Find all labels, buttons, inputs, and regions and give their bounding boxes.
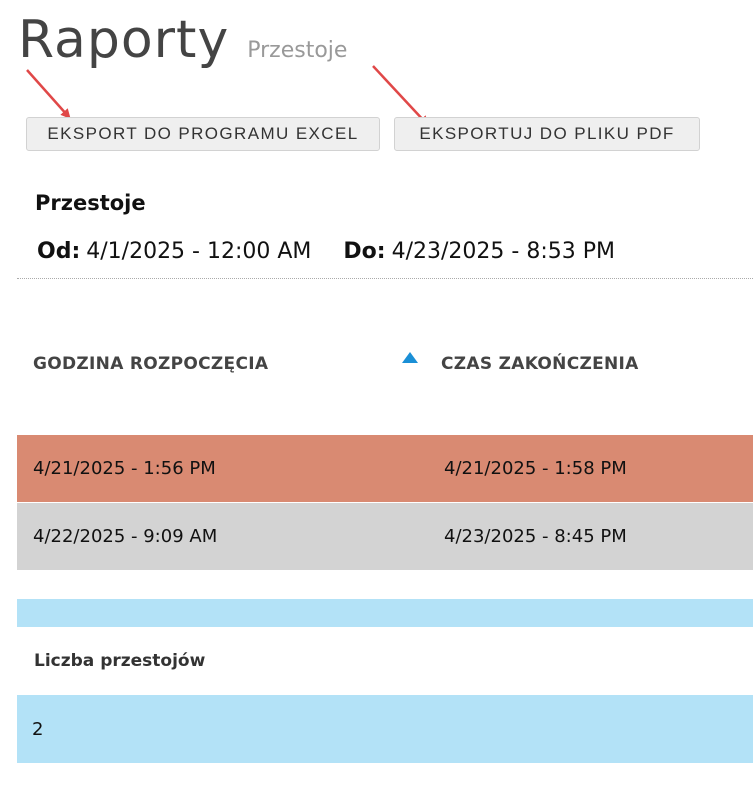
- page-title: Raporty: [18, 10, 230, 70]
- to-label: Do:: [343, 239, 386, 264]
- table-row[interactable]: 4/22/2025 - 9:09 AM 4/23/2025 - 8:45 PM: [17, 503, 753, 570]
- column-header-start-time[interactable]: GODZINA ROZPOCZĘCIA: [33, 354, 268, 374]
- to-value: 4/23/2025 - 8:53 PM: [391, 239, 615, 264]
- downtime-count-value: 2: [32, 718, 44, 740]
- sort-ascending-icon[interactable]: [402, 352, 418, 363]
- report-page: Raporty Przestoje EKSPORT DO PROGRAMU EX…: [0, 0, 753, 791]
- downtime-count-row: 2: [17, 695, 753, 763]
- from-value: 4/1/2025 - 12:00 AM: [86, 239, 312, 264]
- export-excel-button[interactable]: EKSPORT DO PROGRAMU EXCEL: [26, 117, 380, 151]
- cell-end-time: 4/21/2025 - 1:58 PM: [444, 458, 627, 479]
- cell-start-time: 4/22/2025 - 9:09 AM: [33, 526, 218, 547]
- column-header-end-time[interactable]: CZAS ZAKOŃCZENIA: [441, 354, 639, 374]
- divider: [17, 278, 753, 279]
- arrow-annotation-excel: [26, 69, 71, 119]
- downtime-count-label: Liczba przestojów: [34, 651, 206, 671]
- export-pdf-button[interactable]: EKSPORTUJ DO PLIKU PDF: [394, 117, 700, 151]
- arrow-annotation-pdf: [372, 65, 429, 126]
- report-title: Przestoje: [35, 191, 146, 215]
- summary-header-bar: [17, 599, 753, 627]
- date-range: Od: 4/1/2025 - 12:00 AM Do: 4/23/2025 - …: [37, 239, 615, 264]
- from-label: Od:: [37, 239, 81, 264]
- page-subtitle: Przestoje: [247, 38, 348, 63]
- cell-start-time: 4/21/2025 - 1:56 PM: [33, 458, 216, 479]
- page-header: Raporty Przestoje: [18, 14, 347, 66]
- cell-end-time: 4/23/2025 - 8:45 PM: [444, 526, 627, 547]
- table-row[interactable]: 4/21/2025 - 1:56 PM 4/21/2025 - 1:58 PM: [17, 435, 753, 502]
